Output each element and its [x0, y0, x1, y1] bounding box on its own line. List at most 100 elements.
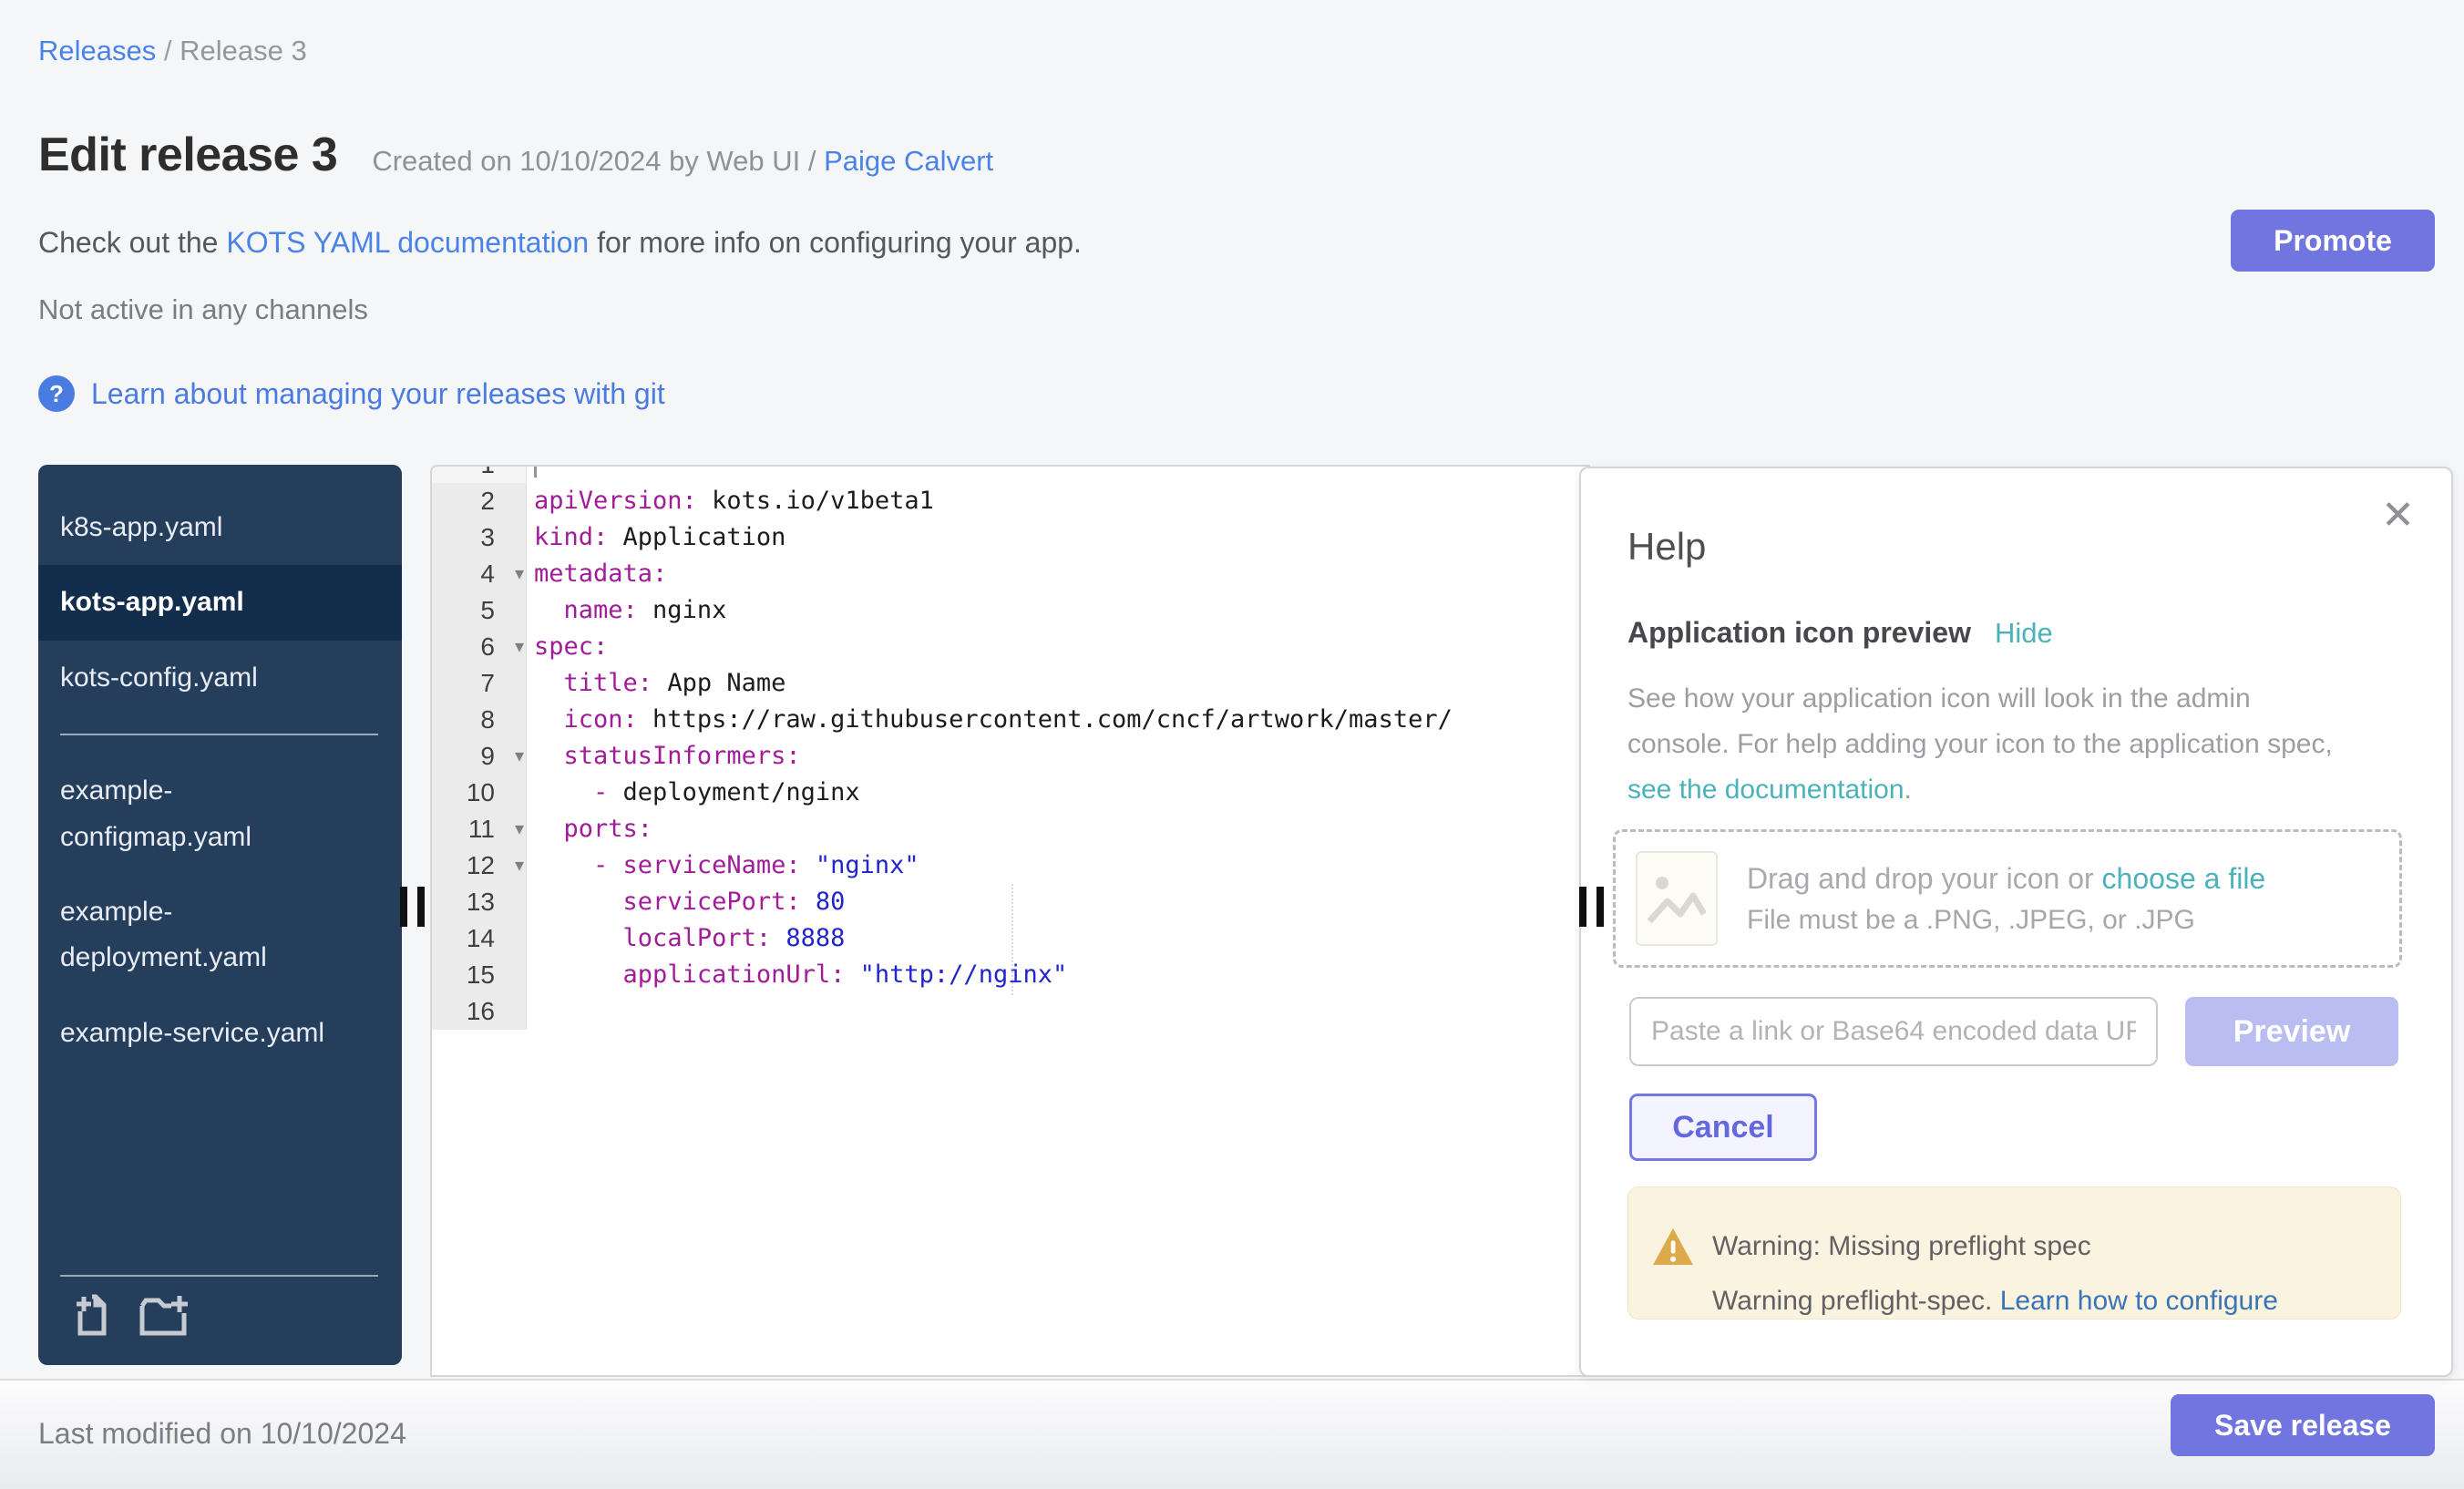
- code-text: applicationUrl: "http://nginx": [527, 957, 1588, 993]
- code-text: metadata:: [527, 556, 1588, 592]
- code-text: title: App Name: [527, 665, 1588, 702]
- code-line[interactable]: 3kind: Application: [432, 519, 1588, 556]
- cancel-button[interactable]: Cancel: [1629, 1094, 1817, 1161]
- line-number: 3: [432, 519, 527, 556]
- code-text: localPort: 8888: [527, 920, 1588, 957]
- chevron-down-icon[interactable]: ▾: [515, 738, 524, 775]
- save-release-button[interactable]: Save release: [2171, 1394, 2435, 1456]
- git-releases-link[interactable]: Learn about managing your releases with …: [91, 377, 665, 411]
- code-line[interactable]: 2apiVersion: kots.io/v1beta1: [432, 483, 1588, 519]
- drop-file-types: File must be a .PNG, .JPEG, or .JPG: [1747, 905, 2265, 936]
- code-text: kind: Application: [527, 519, 1588, 556]
- title-row: Edit release 3 Created on 10/10/2024 by …: [38, 128, 993, 182]
- question-circle-icon: ?: [38, 375, 75, 412]
- line-number: 12▾: [432, 847, 527, 884]
- code-line[interactable]: 5 name: nginx: [432, 592, 1588, 629]
- code-line[interactable]: 9▾ statusInformers:: [432, 738, 1588, 775]
- breadcrumb: Releases / Release 3: [38, 35, 307, 67]
- indent-guide: [1011, 884, 1013, 995]
- line-number: 16: [432, 993, 527, 1030]
- icon-dropzone[interactable]: Drag and drop your icon or choose a file…: [1613, 829, 2402, 968]
- code-line[interactable]: 1---: [432, 465, 1588, 483]
- line-number: 13: [432, 884, 527, 920]
- code-text: statusInformers:: [527, 738, 1588, 775]
- see-documentation-link[interactable]: see the documentation: [1627, 775, 1904, 805]
- code-line[interactable]: 6▾spec:: [432, 629, 1588, 665]
- close-icon[interactable]: ✕: [2381, 496, 2415, 536]
- kots-yaml-docs-link[interactable]: KOTS YAML documentation: [226, 226, 589, 259]
- line-number: 14: [432, 920, 527, 957]
- chevron-down-icon[interactable]: ▾: [515, 629, 524, 665]
- file-name: k8s-app.yaml: [60, 505, 222, 550]
- chevron-down-icon[interactable]: ▾: [515, 811, 524, 847]
- code-line[interactable]: 15 applicationUrl: "http://nginx": [432, 957, 1588, 993]
- sidebar-footer: [60, 1275, 378, 1350]
- docs-prefix: Check out the: [38, 226, 226, 259]
- help-panel: ✕ Help Application icon preview Hide See…: [1579, 467, 2453, 1377]
- sidebar-item-example-deployment-yaml[interactable]: example-deployment.yaml: [38, 875, 402, 996]
- code-line[interactable]: 7 title: App Name: [432, 665, 1588, 702]
- code-text: name: nginx: [527, 592, 1588, 629]
- choose-file-link[interactable]: choose a file: [2102, 862, 2266, 895]
- preview-button[interactable]: Preview: [2185, 997, 2398, 1066]
- warning-detail: Warning preflight-spec. Learn how to con…: [1712, 1286, 2278, 1317]
- code-line[interactable]: 10 - deployment/nginx: [432, 775, 1588, 811]
- code-text: icon: https://raw.githubusercontent.com/…: [527, 702, 1588, 738]
- description-line: console. For help adding your icon to th…: [1627, 722, 2333, 767]
- learn-configure-link[interactable]: Learn how to configure: [2000, 1286, 2278, 1316]
- breadcrumb-separator: /: [156, 35, 180, 67]
- code-line[interactable]: 16: [432, 993, 1588, 1030]
- line-number: 8: [432, 702, 527, 738]
- sidebar-item-kots-config-yaml[interactable]: kots-config.yaml: [38, 641, 402, 715]
- sidebar-item-example-configmap-yaml[interactable]: example-configmap.yaml: [38, 754, 402, 875]
- line-number: 5: [432, 592, 527, 629]
- folder-plus-icon[interactable]: [139, 1293, 190, 1341]
- yaml-code-editor[interactable]: 1---2apiVersion: kots.io/v1beta13kind: A…: [430, 465, 1590, 1377]
- hide-link[interactable]: Hide: [1995, 617, 2053, 650]
- code-line[interactable]: 8 icon: https://raw.githubusercontent.co…: [432, 702, 1588, 738]
- breadcrumb-releases-link[interactable]: Releases: [38, 35, 156, 67]
- code-text: ---: [527, 465, 1588, 483]
- file-name: example-deployment.yaml: [60, 889, 334, 981]
- code-line[interactable]: 14 localPort: 8888: [432, 920, 1588, 957]
- promote-button[interactable]: Promote: [2231, 210, 2435, 272]
- footer-bar: Last modified on 10/10/2024: [0, 1379, 2464, 1489]
- code-line[interactable]: 13 servicePort: 80: [432, 884, 1588, 920]
- docs-suffix: for more info on configuring your app.: [589, 226, 1082, 259]
- breadcrumb-current: Release 3: [180, 35, 307, 67]
- git-help-line: ? Learn about managing your releases wit…: [38, 375, 665, 412]
- line-number: 11▾: [432, 811, 527, 847]
- sidebar-item-kots-app-yaml[interactable]: kots-app.yaml: [38, 565, 402, 640]
- code-text: ports:: [527, 811, 1588, 847]
- code-text: - deployment/nginx: [527, 775, 1588, 811]
- drag-handle-icon[interactable]: [1577, 887, 1608, 929]
- icon-preview-description: See how your application icon will look …: [1627, 676, 2333, 813]
- icon-url-input[interactable]: [1629, 997, 2158, 1066]
- line-number: 4▾: [432, 556, 527, 592]
- code-text: apiVersion: kots.io/v1beta1: [527, 483, 1588, 519]
- code-line[interactable]: 12▾ - serviceName: "nginx": [432, 847, 1588, 884]
- code-line[interactable]: 11▾ ports:: [432, 811, 1588, 847]
- file-plus-icon[interactable]: [73, 1293, 111, 1341]
- warning-triangle-icon: [1652, 1227, 1694, 1270]
- sidebar-footer-divider: [60, 1275, 378, 1277]
- chevron-down-icon[interactable]: ▾: [515, 847, 524, 884]
- line-number: 10: [432, 775, 527, 811]
- file-name: kots-app.yaml: [60, 580, 244, 625]
- line-number: 15: [432, 957, 527, 993]
- line-number: 2: [432, 483, 527, 519]
- created-line: Created on 10/10/2024 by Web UI / Paige …: [372, 145, 993, 178]
- sidebar-item-example-service-yaml[interactable]: example-service.yaml: [38, 996, 402, 1071]
- code-text: [527, 993, 1588, 1030]
- file-name: example-configmap.yaml: [60, 768, 334, 860]
- drag-handle-icon[interactable]: [398, 887, 429, 929]
- code-text: servicePort: 80: [527, 884, 1588, 920]
- author-link[interactable]: Paige Calvert: [824, 145, 993, 177]
- line-number: 1: [432, 465, 527, 483]
- icon-preview-section-title: Application icon preview: [1627, 616, 1971, 650]
- last-modified-text: Last modified on 10/10/2024: [38, 1417, 406, 1451]
- sidebar-item-k8s-app-yaml[interactable]: k8s-app.yaml: [38, 490, 402, 565]
- code-line[interactable]: 4▾metadata:: [432, 556, 1588, 592]
- file-group-divider: [60, 734, 378, 735]
- chevron-down-icon[interactable]: ▾: [515, 556, 524, 592]
